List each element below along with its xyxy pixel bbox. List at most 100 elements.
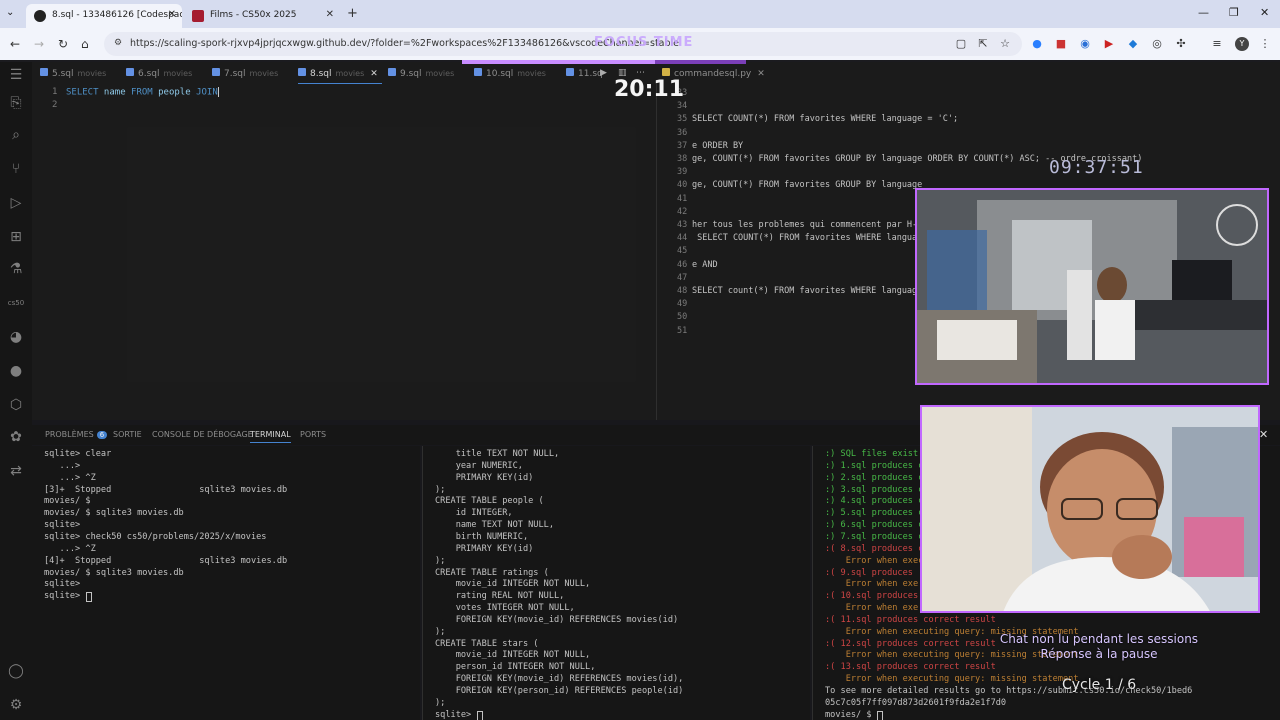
account-icon[interactable]: ◯ <box>7 662 25 680</box>
code-editor-8-sql[interactable]: 1 SELECT name FROM people JOIN 2 <box>32 84 656 420</box>
tab-7-sql[interactable]: 7.sql movies <box>212 62 278 84</box>
extensions-icon[interactable]: ⊞ <box>7 228 25 246</box>
tab-terminal[interactable]: TERMINAL <box>250 430 291 443</box>
search-icon[interactable]: ⌕ <box>7 126 25 144</box>
terminal-line: :) 6.sql produces c <box>825 520 924 531</box>
terminal-line: movies/ $ <box>825 709 877 720</box>
line-number: 46 <box>677 259 688 270</box>
close-window-button[interactable]: ✕ <box>1260 6 1269 19</box>
close-icon[interactable]: ✕ <box>1259 428 1268 441</box>
back-icon[interactable]: ← <box>10 37 20 51</box>
tab-problems[interactable]: PROBLÈMES 6 <box>45 430 108 439</box>
cycle-counter: Cycle 1 / 6 <box>1062 677 1137 693</box>
more-menu-icon[interactable]: ⋮ <box>1258 37 1272 51</box>
tab-11-sql[interactable]: 11.sq <box>566 62 603 84</box>
terminal-pane-1[interactable]: sqlite> clear ...> ...> ^Z [3]+ Stopped s… <box>32 446 420 720</box>
extension-icon[interactable]: ◎ <box>1150 37 1164 51</box>
address-bar[interactable]: ⚙ https://scaling-spork-rjxvp4jprjqcxwgw… <box>104 32 1022 56</box>
menu-icon[interactable]: ☰ <box>7 66 25 84</box>
focus-time-label: FOCUS TIME <box>594 35 694 50</box>
terminal-line: :( 8.sql produces c <box>825 543 924 554</box>
forward-icon[interactable]: → <box>34 37 44 51</box>
tab-9-sql[interactable]: 9.sql movies <box>388 62 454 84</box>
line-number: 2 <box>52 100 58 110</box>
gear-icon[interactable]: ⚙ <box>7 696 25 714</box>
open-in-app-icon[interactable]: ⇱ <box>976 37 990 51</box>
code-line: her tous les problemes qui commencent pa… <box>692 220 918 230</box>
tab-debug-console[interactable]: CONSOLE DE DÉBOGAGE <box>152 430 253 439</box>
extension-icon[interactable]: ▶ <box>1102 37 1116 51</box>
github-icon[interactable]: ● <box>7 362 25 380</box>
terminal-line: year NUMERIC, <box>435 460 523 471</box>
reading-list-icon[interactable]: ≡ <box>1210 37 1224 51</box>
minimize-button[interactable]: — <box>1198 6 1209 19</box>
tab-search-icon[interactable]: ⌄ <box>6 7 20 21</box>
terminal-line: ); <box>435 697 446 708</box>
extension-icon[interactable]: ● <box>1030 37 1044 51</box>
cs50-icon[interactable]: cs50 <box>7 294 25 312</box>
terminal-line: movies/ $ sqlite3 movies.db <box>44 567 184 578</box>
database-file-icon <box>566 68 574 76</box>
terminal-line: ); <box>435 555 446 566</box>
duck-icon[interactable]: ◕ <box>7 328 25 346</box>
run-debug-icon[interactable]: ▷ <box>7 194 25 212</box>
explorer-icon[interactable]: ⎘ <box>7 94 25 112</box>
line-number: 1 <box>52 87 58 97</box>
tab-label: 9.sql <box>400 69 422 79</box>
terminal-cursor <box>877 710 883 720</box>
restore-button[interactable]: ❐ <box>1229 6 1239 19</box>
chat-notice-line-1: Chat non lu pendant les sessions <box>999 632 1199 646</box>
tab-6-sql[interactable]: 6.sql movies <box>126 62 192 84</box>
activity-bar: ☰ ⎘ ⌕ ⑂ ▷ ⊞ ⚗ cs50 ◕ ● ⬡ ✿ ⇄ ◯ ⚙ <box>0 62 32 720</box>
tab-10-sql[interactable]: 10.sql movies <box>474 62 546 84</box>
terminal-line: [4]+ Stopped sqlite3 movies.db <box>44 555 288 566</box>
terminal-line: PRIMARY KEY(id) <box>435 543 534 554</box>
close-icon[interactable]: ✕ <box>168 9 176 20</box>
screen: ⌄ 8.sql - 133486126 [Codespaces ✕ Films … <box>0 0 1280 720</box>
python-icon[interactable]: ✿ <box>7 428 25 446</box>
extensions-puzzle-icon[interactable]: ✣ <box>1174 37 1188 51</box>
terminal-line: :) 3.sql produces c <box>825 484 924 495</box>
extension-icon[interactable]: ■ <box>1054 37 1068 51</box>
chat-notice-line-2: Réponse à la pause <box>1040 647 1158 661</box>
terminal-line: sqlite> <box>44 591 86 602</box>
tab-output[interactable]: SORTIE <box>113 430 142 439</box>
install-app-icon[interactable]: ▢ <box>954 37 968 51</box>
extension-icon[interactable]: ◆ <box>1126 37 1140 51</box>
new-tab-button[interactable]: + <box>347 6 358 21</box>
tab-8-sql[interactable]: 8.sql movies ✕ <box>298 62 382 84</box>
code-line: e ORDER BY <box>692 140 744 151</box>
tab-folder: movies <box>249 69 279 78</box>
reload-icon[interactable]: ↻ <box>58 37 68 51</box>
tab-label: 7.sql <box>224 69 246 79</box>
avatar[interactable]: Y <box>1235 37 1249 51</box>
tab-ports[interactable]: PORTS <box>300 430 326 439</box>
browser-tab-films[interactable]: Films - CS50x 2025 ✕ <box>184 4 340 28</box>
site-info-icon[interactable]: ⚙ <box>114 38 122 48</box>
bookmark-star-icon[interactable]: ☆ <box>998 37 1012 51</box>
line-number: 44 <box>677 233 688 244</box>
terminal-line: title TEXT NOT NULL, <box>435 449 560 459</box>
harvard-shield-icon <box>192 10 204 22</box>
terminal-line: 05c7c05f7ff097d873d2601f9fda2e1f7d0 <box>825 697 1007 708</box>
tab-folder: movies <box>425 69 455 78</box>
remote-icon[interactable]: ⇄ <box>7 462 25 480</box>
line-number: 35 <box>677 114 688 125</box>
tab-5-sql[interactable]: 5.sql movies <box>40 62 106 84</box>
close-icon[interactable]: ✕ <box>326 9 334 20</box>
run-query-icon[interactable]: ▶ <box>600 62 607 84</box>
container-icon[interactable]: ⬡ <box>7 396 25 414</box>
close-icon[interactable]: ✕ <box>370 69 378 79</box>
terminal-pane-2[interactable]: title TEXT NOT NULL, year NUMERIC, PRIMA… <box>422 446 810 720</box>
python-file-icon <box>662 68 670 76</box>
line-number: 47 <box>677 272 688 283</box>
terminal-line: :( 9.sql produces <box>825 567 913 578</box>
source-control-icon[interactable]: ⑂ <box>7 160 25 178</box>
browser-tab-codespace[interactable]: 8.sql - 133486126 [Codespaces ✕ <box>26 4 182 28</box>
testing-icon[interactable]: ⚗ <box>7 260 25 278</box>
close-icon[interactable]: ✕ <box>757 69 765 79</box>
home-icon[interactable]: ⌂ <box>81 37 89 51</box>
terminal-line: Error when exec <box>825 555 924 566</box>
extension-icon[interactable]: ◉ <box>1078 37 1092 51</box>
terminal-line: person_id INTEGER NOT NULL, <box>435 662 596 673</box>
